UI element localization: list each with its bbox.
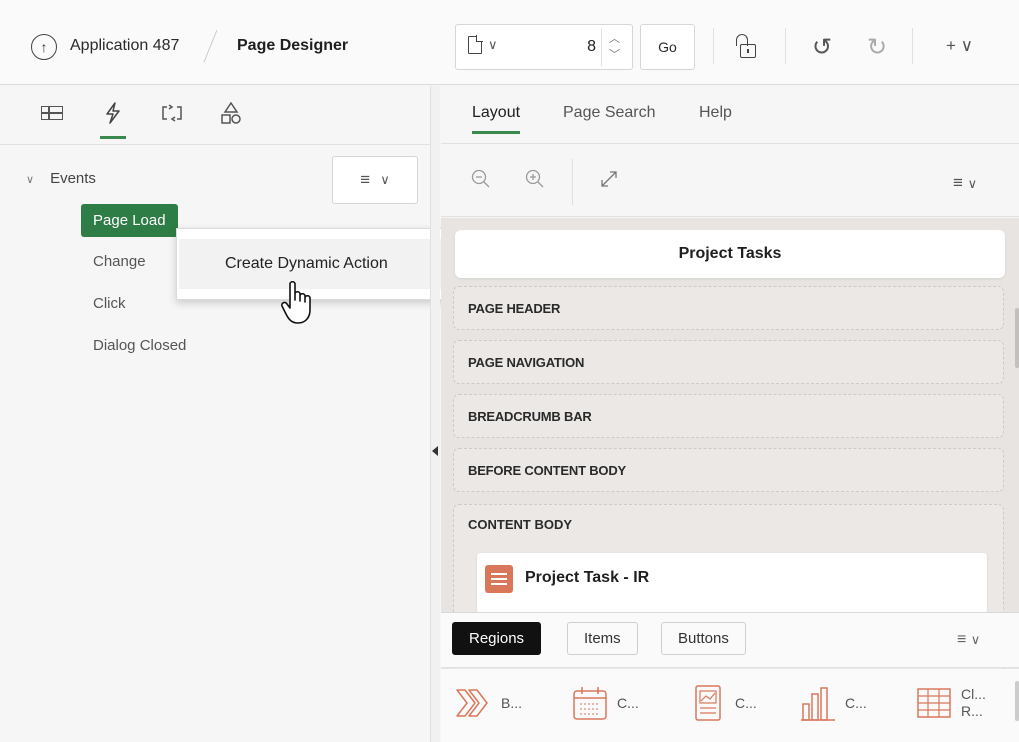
gallery-item-label: C... <box>845 695 867 711</box>
page-number-stepper[interactable]: ︿ ﹀ <box>601 28 627 66</box>
toolbar-divider <box>785 28 786 64</box>
right-pane: Layout Page Search Help ≡ ∨ Project Task… <box>441 86 1019 742</box>
events-label: Events <box>50 170 96 187</box>
hand-cursor-icon <box>281 280 311 324</box>
events-menu-button[interactable]: ≡ ∨ <box>332 156 418 204</box>
undo-icon[interactable]: ↺ <box>805 30 839 64</box>
chevron-up-icon[interactable]: ︿ <box>609 31 620 47</box>
gallery-item-calendar[interactable]: C... <box>571 683 639 723</box>
calendar-icon <box>573 687 607 720</box>
zoom-out-icon[interactable] <box>471 169 491 195</box>
tab-page-search[interactable]: Page Search <box>563 104 656 122</box>
page-icon[interactable] <box>468 35 483 54</box>
slot-page-header[interactable]: PAGE HEADER <box>453 286 1004 330</box>
chevron-down-icon: ∨ <box>380 172 390 187</box>
layout-tabs: Layout Page Search Help <box>441 86 1019 144</box>
gallery-item-bar-chart[interactable]: C... <box>799 683 867 723</box>
dynamic-actions-tab-icon[interactable] <box>96 96 130 139</box>
page-name-banner[interactable]: Project Tasks <box>455 230 1005 278</box>
region-project-task-ir[interactable]: Project Task - IR <box>477 553 987 613</box>
gallery-item-label: Cl... R... <box>961 686 986 719</box>
toolbar-divider <box>713 28 714 64</box>
breadcrumb-separator <box>203 30 218 62</box>
up-arrow-icon[interactable]: ↑ <box>31 34 57 60</box>
gallery-item-chart-card[interactable]: C... <box>689 683 757 723</box>
page-title: Page Designer <box>237 37 349 54</box>
layout-menu-button[interactable]: ≡ ∨ <box>953 173 977 193</box>
gallery-item-breadcrumb[interactable]: B... <box>455 683 522 723</box>
app-name-link[interactable]: Application 487 <box>70 37 179 55</box>
menu-icon: ≡ <box>360 170 371 189</box>
tab-buttons[interactable]: Buttons <box>661 622 746 655</box>
tab-regions[interactable]: Regions <box>452 622 542 655</box>
shared-components-tab-icon[interactable] <box>214 96 248 130</box>
bar-chart-icon <box>801 687 835 721</box>
content-body-label: CONTENT BODY <box>468 517 572 532</box>
chart-card-icon <box>695 685 721 721</box>
gallery-item-label: B... <box>501 695 523 711</box>
gallery-scrollbar[interactable] <box>1015 681 1019 721</box>
region-gallery: B... C... C... C... Cl... R... <box>441 669 1019 742</box>
layout-toolbar: ≡ ∨ <box>441 145 1019 217</box>
tree-item-change[interactable]: Change <box>93 253 146 270</box>
slot-breadcrumb-bar[interactable]: BREADCRUMB BAR <box>453 394 1004 438</box>
go-button[interactable]: Go <box>640 24 695 70</box>
rendering-tab-icon[interactable] <box>35 96 69 130</box>
lock-icon[interactable] <box>733 33 759 61</box>
slot-page-navigation[interactable]: PAGE NAVIGATION <box>453 340 1004 384</box>
chevron-down-icon[interactable]: ∨ <box>26 174 34 186</box>
classic-report-icon <box>917 688 951 718</box>
tab-help[interactable]: Help <box>699 104 732 122</box>
region-title: Project Task - IR <box>525 569 650 586</box>
expand-icon[interactable] <box>599 169 619 195</box>
tree-item-dialog-closed[interactable]: Dialog Closed <box>93 337 186 354</box>
canvas-scrollbar[interactable] <box>1015 308 1019 368</box>
chevron-down-icon[interactable]: ﹀ <box>609 47 620 63</box>
page-number-input[interactable]: 8 <box>566 38 596 56</box>
left-pane-tabs <box>0 86 430 145</box>
interactive-report-icon <box>485 565 513 593</box>
tree-item-page-load[interactable]: Page Load <box>81 204 178 237</box>
toolbar-divider <box>912 28 913 64</box>
chevron-down-icon[interactable]: ∨ <box>488 37 498 53</box>
gallery-item-label: C... <box>617 695 639 711</box>
tab-layout[interactable]: Layout <box>472 104 521 134</box>
breadcrumb-icon <box>456 689 488 717</box>
gallery-item-classic-report[interactable]: Cl... R... <box>915 683 991 723</box>
toolbar-divider <box>572 159 573 205</box>
tab-items[interactable]: Items <box>567 622 638 655</box>
processing-tab-icon[interactable] <box>155 96 189 130</box>
plus-icon[interactable]: + ∨ <box>946 36 973 56</box>
collapse-left-arrow-icon[interactable] <box>432 446 438 456</box>
page-selector[interactable]: ∨ 8 ︿ ﹀ <box>455 24 633 70</box>
redo-icon[interactable]: ↻ <box>860 30 894 64</box>
pane-splitter[interactable] <box>430 86 440 742</box>
events-tree-node[interactable]: ∨ Events <box>26 170 96 187</box>
gallery-item-label: C... <box>735 695 757 711</box>
top-toolbar: ↑ Application 487 Page Designer ∨ 8 ︿ ﹀ … <box>0 0 1019 85</box>
gallery-tabs: Regions Items Buttons ≡ ∨ <box>441 612 1019 668</box>
zoom-in-icon[interactable] <box>525 169 545 195</box>
tree-item-click[interactable]: Click <box>93 295 126 312</box>
slot-before-content-body[interactable]: BEFORE CONTENT BODY <box>453 448 1004 492</box>
gallery-menu-button[interactable]: ≡ ∨ <box>957 631 980 649</box>
